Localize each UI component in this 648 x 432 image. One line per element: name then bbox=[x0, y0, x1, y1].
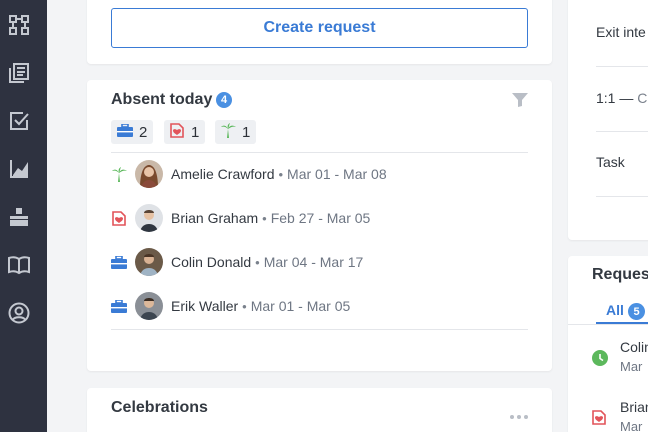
absence-dates: Mar 01 - Mar 05 bbox=[250, 298, 351, 314]
avatar[interactable] bbox=[135, 160, 163, 188]
right-panel-item[interactable]: Task bbox=[596, 154, 625, 170]
absence-dates: Mar 01 - Mar 08 bbox=[287, 166, 387, 182]
request-date: Mar bbox=[620, 419, 643, 432]
separator: • bbox=[255, 254, 260, 270]
summary-chip-sick[interactable]: 1 bbox=[164, 120, 206, 144]
avatar[interactable] bbox=[135, 292, 163, 320]
person-name[interactable]: Brian Graham bbox=[171, 210, 258, 226]
sidebar bbox=[0, 0, 47, 432]
clock-icon bbox=[592, 350, 608, 366]
request-name[interactable]: Brian bbox=[620, 399, 648, 415]
absent-row[interactable]: Erik Waller • Mar 01 - Mar 05 bbox=[111, 284, 528, 328]
tab-count-badge: 5 bbox=[628, 303, 645, 320]
summary-count: 1 bbox=[242, 123, 251, 141]
tab-all[interactable]: All bbox=[606, 302, 624, 318]
summary-chip-vacation[interactable]: 1 bbox=[215, 120, 257, 144]
avatar[interactable] bbox=[135, 204, 163, 232]
divider bbox=[596, 196, 648, 197]
more-options-icon[interactable] bbox=[510, 406, 528, 419]
separator: • bbox=[262, 210, 267, 226]
requests-card: Request All 5 Colin Mar Brian Mar bbox=[568, 256, 648, 432]
separator: • bbox=[242, 298, 247, 314]
absence-dates: Mar 04 - Mar 17 bbox=[263, 254, 364, 270]
avatar[interactable] bbox=[135, 248, 163, 276]
create-request-button[interactable]: Create request bbox=[111, 8, 528, 48]
absent-row[interactable]: Colin Donald • Mar 04 - Mar 17 bbox=[111, 240, 528, 284]
sick-icon bbox=[111, 210, 127, 226]
request-name[interactable]: Colin bbox=[620, 339, 648, 355]
absent-today-title: Absent today bbox=[111, 91, 213, 108]
celebrations-title: Celebrations bbox=[111, 399, 208, 416]
briefcase-icon bbox=[111, 254, 127, 270]
absent-today-card: Absent today 4 2 1 1 Amelie Crawford • M… bbox=[87, 80, 552, 371]
absent-row[interactable]: Brian Graham • Feb 27 - Mar 05 bbox=[111, 196, 528, 240]
item-label: 1:1 — bbox=[596, 90, 638, 106]
requests-title: Request bbox=[592, 266, 648, 283]
right-panel-item[interactable]: 1:1 — Col bbox=[596, 90, 648, 106]
tasks-icon[interactable] bbox=[7, 109, 31, 133]
absence-dates: Feb 27 - Mar 05 bbox=[270, 210, 371, 226]
summary-count: 1 bbox=[191, 123, 200, 141]
vacation-icon bbox=[221, 122, 236, 142]
absent-count-badge: 4 bbox=[216, 92, 232, 108]
divider bbox=[568, 324, 648, 325]
right-panel-card: Exit inte 1:1 — Col Task bbox=[568, 0, 648, 240]
divider bbox=[596, 131, 648, 132]
book-icon[interactable] bbox=[7, 253, 31, 277]
sick-icon bbox=[170, 122, 185, 142]
briefcase-icon bbox=[117, 122, 133, 141]
filter-icon[interactable] bbox=[512, 93, 528, 107]
create-request-card: Create request bbox=[87, 0, 552, 64]
analytics-icon[interactable] bbox=[7, 157, 31, 181]
right-panel-item[interactable]: Exit inte bbox=[596, 24, 646, 40]
celebrations-card: Celebrations bbox=[87, 388, 552, 432]
vacation-icon bbox=[111, 166, 127, 182]
briefcase-icon bbox=[111, 298, 127, 314]
absent-row[interactable]: Amelie Crawford • Mar 01 - Mar 08 bbox=[111, 152, 528, 196]
sick-icon bbox=[592, 410, 608, 426]
workflow-icon[interactable] bbox=[7, 13, 31, 37]
org-chart-icon[interactable] bbox=[7, 205, 31, 229]
separator: • bbox=[278, 166, 284, 182]
divider bbox=[596, 66, 648, 67]
library-icon[interactable] bbox=[7, 61, 31, 85]
person-name[interactable]: Colin Donald bbox=[171, 254, 251, 270]
profile-icon[interactable] bbox=[7, 301, 31, 325]
item-sub-label: Col bbox=[637, 90, 648, 106]
person-name[interactable]: Amelie Crawford bbox=[171, 166, 274, 182]
person-name[interactable]: Erik Waller bbox=[171, 298, 238, 314]
summary-count: 2 bbox=[139, 123, 148, 141]
divider bbox=[111, 329, 528, 330]
request-date: Mar bbox=[620, 359, 643, 374]
summary-chip-business[interactable]: 2 bbox=[111, 120, 154, 144]
